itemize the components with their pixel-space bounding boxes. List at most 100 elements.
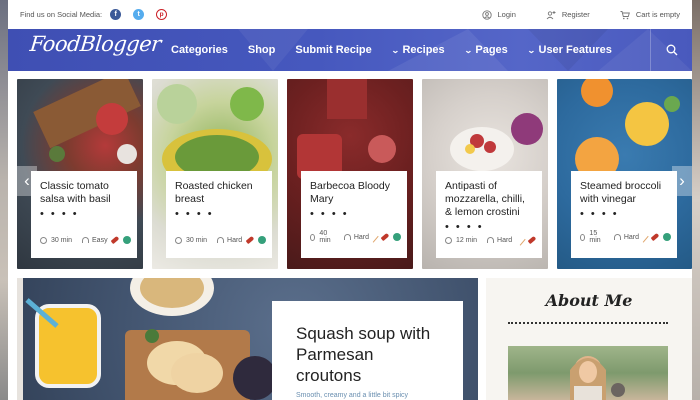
recipe-card[interactable]: Antipasti of mozzarella, chilli, & lemon…	[422, 79, 548, 269]
nav-item-categories[interactable]: Categories	[171, 44, 228, 56]
recipe-info: Antipasti of mozzarella, chilli, & lemon…	[436, 171, 542, 258]
rating-dots: • • • •	[175, 208, 214, 220]
cart-icon	[620, 10, 630, 19]
main-nav: FoodBlogger Categories Shop Submit Recip…	[8, 29, 692, 71]
recipe-info: Steamed broccoli with vinegar • • • • 15…	[571, 171, 677, 258]
recipe-tags	[514, 234, 537, 246]
nav-item-shop[interactable]: Shop	[248, 44, 276, 56]
recipe-title: Classic tomato salsa with basil	[40, 180, 111, 205]
add-user-icon	[546, 10, 556, 19]
difficulty-icon	[343, 234, 351, 240]
difficulty-icon	[217, 237, 225, 243]
chili-icon	[245, 235, 255, 245]
clock-icon	[40, 236, 47, 244]
leaf-icon	[258, 236, 266, 244]
recipe-time: 30 min	[186, 236, 208, 244]
recipe-time: 12 min	[456, 236, 478, 244]
recipe-tags	[110, 235, 131, 245]
recipe-meta: 30 min Easy	[40, 235, 131, 245]
about-title: About Me	[545, 291, 633, 310]
account-links: Login Register Cart is empty	[481, 9, 680, 20]
register-label: Register	[561, 10, 590, 19]
featured-subtitle: Smooth, creamy and a little bit spicy	[296, 392, 409, 399]
page: Find us on Social Media: f t p Login Reg…	[8, 0, 692, 400]
recipe-level: Easy	[82, 237, 108, 244]
featured-recipe[interactable]: Squash soup with Parmesan croutons Smoot…	[17, 278, 478, 400]
nav-label: Shop	[247, 44, 276, 56]
about-divider	[508, 322, 668, 324]
chevron-left-icon: ‹	[24, 171, 30, 190]
chevron-down-icon: ⌄	[526, 45, 536, 55]
clock-icon	[445, 236, 452, 244]
rating-dots: • • • •	[580, 208, 619, 220]
recipe-card[interactable]: Classic tomato salsa with basil • • • • …	[17, 79, 143, 269]
difficulty-icon	[487, 237, 495, 243]
twitter-icon[interactable]: t	[133, 9, 145, 20]
recipe-level: Hard	[217, 237, 242, 244]
recipe-time: 40 min	[319, 230, 331, 244]
nav-item-submit-recipe[interactable]: Submit Recipe	[295, 44, 371, 56]
wheat-icon	[514, 234, 526, 246]
rating-dots: • • • •	[310, 208, 349, 220]
page-left-edge	[0, 0, 8, 400]
recipe-info: Roasted chicken breast • • • • 30 min Ha…	[166, 171, 272, 258]
recipe-title: Roasted chicken breast	[175, 180, 253, 205]
recipe-time: 15 min	[589, 230, 601, 244]
chili-icon	[650, 232, 660, 242]
recipe-meta: 30 min Hard	[175, 235, 266, 245]
rating-dots: • • • •	[40, 208, 79, 220]
recipe-meta: 12 min Hard	[445, 234, 537, 246]
nav-item-user-features[interactable]: ⌄ User Features	[526, 44, 612, 56]
clock-icon	[310, 233, 316, 241]
level-label: Easy	[92, 236, 108, 244]
social-label: Find us on Social Media:	[20, 10, 103, 19]
nav-label: Categories	[171, 44, 228, 56]
clock-icon	[175, 236, 182, 244]
level-label: Hard	[497, 236, 513, 244]
recipe-tags	[245, 235, 266, 245]
recipe-info: Barbecoa Bloody Mary • • • • 40 min Hard	[301, 171, 407, 258]
recipe-card[interactable]: Steamed broccoli with vinegar • • • • 15…	[557, 79, 692, 269]
recipe-time: 30 min	[51, 236, 73, 244]
cart-link[interactable]: Cart is empty	[620, 10, 680, 20]
chevron-right-icon: ›	[679, 171, 685, 190]
search-button[interactable]	[650, 29, 692, 71]
chili-icon	[527, 235, 537, 245]
about-photo	[508, 346, 668, 400]
login-link[interactable]: Login	[481, 9, 516, 20]
nav-item-pages[interactable]: ⌄ Pages	[464, 44, 508, 56]
clock-icon	[580, 233, 586, 241]
recipe-meta: 15 min Hard	[580, 230, 671, 244]
site-logo[interactable]: FoodBlogger	[29, 32, 162, 56]
pinterest-icon[interactable]: p	[156, 9, 168, 20]
recipe-title: Steamed broccoli with vinegar	[580, 180, 662, 205]
difficulty-icon	[82, 237, 90, 243]
featured-caption: Squash soup with Parmesan croutons Smoot…	[272, 301, 463, 400]
top-bar: Find us on Social Media: f t p Login Reg…	[8, 0, 692, 29]
recipe-card[interactable]: Roasted chicken breast • • • • 30 min Ha…	[152, 79, 278, 269]
nav-label: Recipes	[402, 44, 445, 56]
rating-dots: • • • •	[445, 221, 484, 233]
recipe-tags	[637, 231, 671, 243]
level-label: Hard	[227, 236, 243, 244]
register-link[interactable]: Register	[546, 10, 590, 20]
recipe-meta: 40 min Hard	[310, 230, 401, 244]
nav-label: User Features	[538, 44, 612, 56]
facebook-icon[interactable]: f	[110, 9, 122, 20]
recipe-card[interactable]: Barbecoa Bloody Mary • • • • 40 min Hard	[287, 79, 413, 269]
recipe-level: Hard	[487, 237, 512, 244]
cart-label: Cart is empty	[635, 10, 680, 19]
recipe-info: Classic tomato salsa with basil • • • • …	[31, 171, 137, 258]
chevron-down-icon: ⌄	[390, 45, 400, 55]
slider-prev-button[interactable]: ‹	[17, 166, 37, 196]
user-icon	[481, 9, 492, 20]
leaf-icon	[663, 233, 671, 241]
nav-item-recipes[interactable]: ⌄ Recipes	[390, 44, 445, 56]
chili-icon	[110, 235, 120, 245]
slider-next-button[interactable]: ›	[672, 166, 692, 196]
page-right-edge	[692, 0, 700, 400]
featured-title[interactable]: Squash soup with Parmesan croutons	[296, 323, 439, 386]
social-links: f t p	[110, 9, 168, 20]
nav-label: Pages	[475, 44, 508, 56]
recipe-title: Antipasti of mozzarella, chilli, & lemon…	[445, 180, 525, 218]
